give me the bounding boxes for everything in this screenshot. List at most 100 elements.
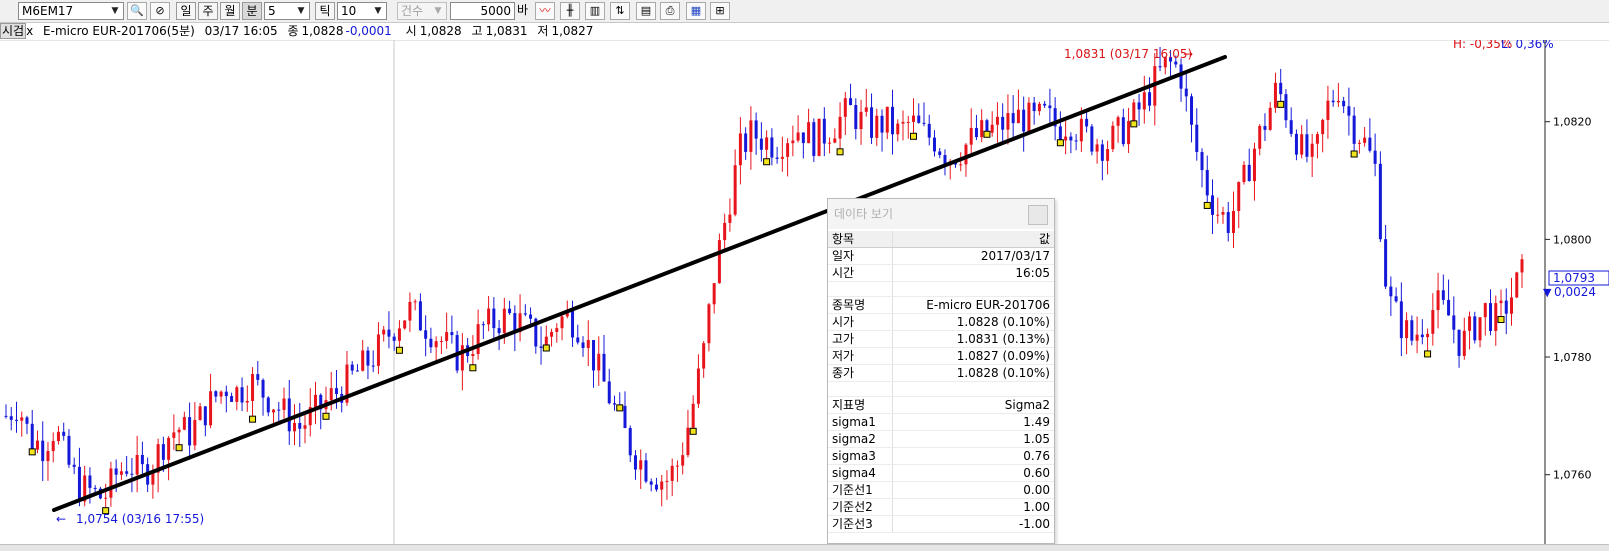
document-icon[interactable]: ▤ — [636, 2, 656, 20]
chevron-down-icon[interactable]: ▼ — [107, 3, 123, 19]
candle-body — [733, 165, 737, 215]
panel-label[interactable]: 시검 — [0, 23, 27, 39]
chevron-down-icon[interactable]: ▼ — [293, 3, 309, 19]
candle-body — [1142, 92, 1146, 110]
bar-chart-icon[interactable]: ▥ — [585, 2, 605, 20]
row-value: 0.76 — [891, 447, 1054, 465]
candle-body — [607, 381, 611, 404]
candle-body — [833, 138, 837, 143]
column-header-value: 값 — [891, 231, 1054, 248]
table-row: 기준선2 1.00 — [828, 498, 1054, 516]
candle-body — [917, 115, 921, 123]
candle-body — [974, 127, 978, 138]
search-clear-icon[interactable]: ⊘ — [150, 2, 170, 20]
candle-body — [880, 115, 884, 133]
candle-body — [382, 329, 386, 335]
period-minute-button[interactable]: 분 — [242, 2, 262, 20]
candle-body — [1095, 144, 1099, 152]
candle-body — [675, 465, 679, 467]
candle-body — [628, 427, 632, 456]
row-value: 1.0831 (0.13%) — [891, 330, 1054, 348]
signal-marker — [1424, 350, 1432, 358]
candle-body — [392, 336, 396, 341]
candle-body — [1384, 239, 1388, 287]
candle-body — [1305, 134, 1309, 157]
symbol-combo[interactable]: M6EM17 ▼ — [18, 2, 124, 20]
candle-body — [843, 98, 847, 117]
candle-body — [576, 337, 580, 343]
volume-combo[interactable]: 건수 ▼ — [397, 2, 447, 20]
candle-body — [277, 409, 281, 411]
candle-body — [560, 316, 564, 329]
candle-body — [571, 310, 575, 338]
updown-icon[interactable]: ⇅ — [610, 2, 630, 20]
blank-row — [828, 281, 1054, 297]
chart-info-line: 시검 x E-micro EUR-201706(5분) 03/17 16:05 종… — [0, 23, 1400, 40]
tick-button[interactable]: 틱 — [315, 2, 335, 20]
candle-body — [51, 441, 55, 452]
row-label: 기준선1 — [828, 481, 893, 499]
candle-body — [1331, 100, 1335, 103]
chevron-down-icon[interactable]: ▼ — [370, 3, 386, 19]
high-label: 고 — [471, 24, 483, 38]
candle-body — [586, 340, 590, 348]
period-value-combo[interactable]: 5 ▼ — [264, 2, 310, 20]
candle-body — [1284, 94, 1288, 121]
price-chart[interactable]: H: -0,35% L: 0,36% 1,0831 (03/17 16:05) … — [0, 40, 1609, 544]
candle-body — [1300, 134, 1304, 155]
candle-body — [434, 341, 438, 348]
signal-marker — [983, 130, 991, 138]
signal-marker — [836, 148, 844, 156]
period-week-button[interactable]: 주 — [198, 2, 218, 20]
candle-body — [1190, 96, 1194, 125]
candle-body — [749, 120, 753, 152]
grid-icon[interactable]: ⊞ — [710, 2, 730, 20]
candle-body — [1268, 107, 1272, 130]
candle-chart-icon[interactable]: ╫ — [560, 2, 580, 20]
candle-body — [408, 301, 412, 321]
data-window[interactable]: 데이타 보기 항목 값 일자 2017/03/17 시간 16:05 종목명 E-mi… — [827, 198, 1055, 544]
candle-body — [224, 391, 228, 397]
close-icon[interactable] — [1028, 205, 1048, 225]
candle-body — [906, 121, 910, 123]
period-day-button[interactable]: 일 — [176, 2, 196, 20]
candle-body — [439, 340, 443, 342]
candle-body — [1037, 103, 1041, 112]
row-value: E-micro EUR-201706 — [891, 296, 1054, 314]
candle-body — [293, 422, 297, 432]
row-label: 고가 — [828, 330, 893, 348]
candle-body — [1273, 82, 1277, 108]
y-axis-tick-label: 1,0780 — [1553, 351, 1592, 364]
candle-body — [1326, 100, 1330, 120]
candle-body — [413, 301, 417, 303]
candle-body — [272, 409, 276, 413]
period-month-label: 월 — [224, 4, 236, 18]
candle-body — [786, 143, 790, 157]
candle-body — [1510, 297, 1514, 314]
panel-close-icon[interactable]: x — [26, 24, 33, 38]
candle-body — [807, 122, 811, 144]
candle-body — [1473, 316, 1477, 341]
candle-body — [1242, 164, 1246, 183]
candle-body — [424, 330, 428, 339]
candle-body — [1394, 296, 1398, 302]
line-chart-icon[interactable]: 〰 — [535, 2, 555, 20]
candle-body — [791, 140, 795, 144]
candle-body — [723, 222, 727, 241]
candle-body — [1132, 102, 1136, 122]
candle-body — [429, 338, 433, 348]
candle-body — [188, 417, 192, 446]
signal-marker — [1350, 150, 1358, 158]
print-icon[interactable]: ⎙ — [660, 2, 680, 20]
period-month-button[interactable]: 월 — [220, 2, 240, 20]
data-window-icon[interactable]: ▦ — [686, 2, 706, 20]
candle-body — [93, 487, 97, 489]
candle-body — [371, 365, 375, 367]
search-icon[interactable]: 🔍 — [127, 2, 147, 20]
tick-value-combo[interactable]: 10 ▼ — [337, 2, 387, 20]
candle-body — [77, 466, 81, 502]
bar-count-input[interactable]: 5000 — [450, 2, 515, 20]
data-window-title[interactable]: 데이타 보기 — [828, 199, 1054, 229]
tick-value: 10 — [341, 4, 357, 18]
chevron-down-icon[interactable]: ▼ — [430, 3, 446, 19]
